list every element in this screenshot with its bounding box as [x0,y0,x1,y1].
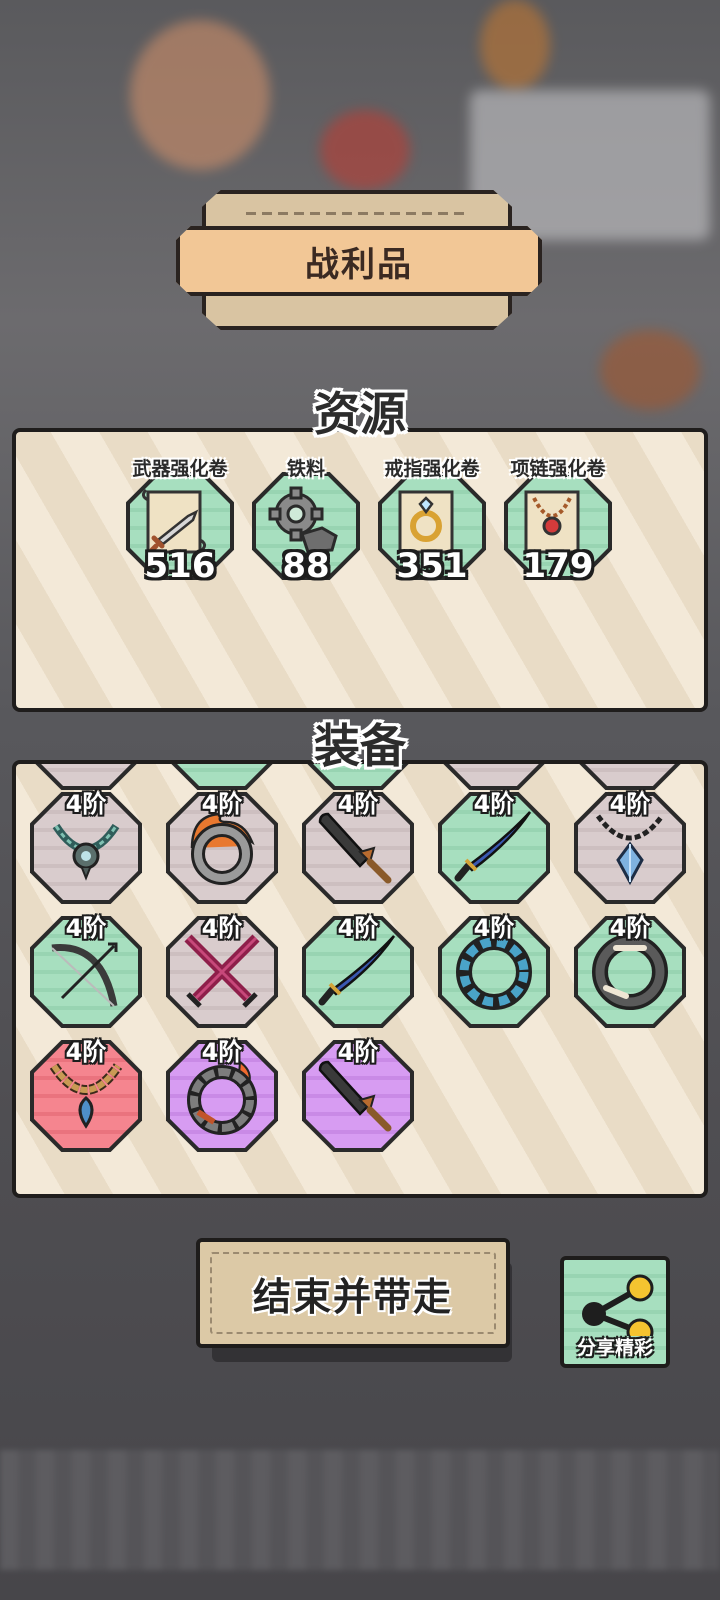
equipment-item-bead-necklace[interactable]: 4阶 [30,1038,142,1152]
equipment-item-water-ring[interactable]: 4阶 [438,914,550,1028]
tier-label: 4阶 [337,790,379,818]
tier-label: 4阶 [473,790,515,818]
tier-label: 4阶 [65,914,107,942]
tier-label: 4阶 [337,1038,379,1066]
tier-label: 4阶 [609,914,651,942]
resource-count: 351 [396,546,468,586]
resources-heading: 资源 [314,387,406,441]
tier-label: 4阶 [201,1038,243,1066]
resource-count: 179 [522,546,594,586]
share-icon [582,1274,654,1336]
page-title: 战利品 [305,244,413,285]
tier-label: 4阶 [65,1038,107,1066]
resource-count: 516 [144,546,216,586]
resource-count: 88 [282,546,330,586]
equipment-item-katana[interactable]: 4阶 [302,914,414,1028]
resource-label: 项链强化卷 [510,458,606,480]
tier-label: 4阶 [473,914,515,942]
equipment-item-broadsword[interactable]: 4阶 [302,1038,414,1152]
tier-label: 4阶 [201,790,243,818]
tier-label: 4阶 [337,914,379,942]
tier-label: 4阶 [609,790,651,818]
equipment-item-fire-bracelet[interactable]: 4阶 [166,1038,278,1152]
finish-button-label: 结束并带走 [252,1274,453,1319]
resources-panel: 武器强化卷 516 铁料 88 戒指强化卷 351 项链强化卷 179 [12,428,708,712]
equipment-item-bone-ring[interactable]: 4阶 [574,914,686,1028]
share-button[interactable]: 分享精彩 [560,1256,670,1368]
resource-necklace-scroll[interactable]: 项链强化卷 179 [498,454,618,586]
resource-ring-scroll[interactable]: 戒指强化卷 351 [372,454,492,586]
equipment-item-katana[interactable]: 4阶 [438,790,550,904]
equipment-heading: 装备 [314,719,406,773]
equipment-item-flame-ring[interactable]: 4阶 [166,790,278,904]
equipment-item-bow[interactable]: 4阶 [30,914,142,1028]
tier-label: 4阶 [65,790,107,818]
loot-title-banner: 战利品 [176,190,542,330]
equipment-item-broadsword[interactable]: 4阶 [302,790,414,904]
share-button-label: 分享精彩 [576,1337,653,1359]
equipment-panel: 4阶 4阶 4阶 4阶 4阶 4阶 4阶 4阶 4阶 4阶 4阶 4阶 4阶 [12,760,708,1198]
equipment-item-crystal-pendant[interactable]: 4阶 [574,790,686,904]
tier-label: 4阶 [201,914,243,942]
equipment-item-crossed-swords[interactable]: 4阶 [166,914,278,1028]
resource-weapon-scroll[interactable]: 武器强化卷 516 [120,454,240,586]
finish-and-take-button[interactable]: 结束并带走 [196,1238,512,1362]
equipment-item-necklace[interactable]: 4阶 [30,790,142,904]
resource-iron[interactable]: 铁料 88 [246,454,366,586]
